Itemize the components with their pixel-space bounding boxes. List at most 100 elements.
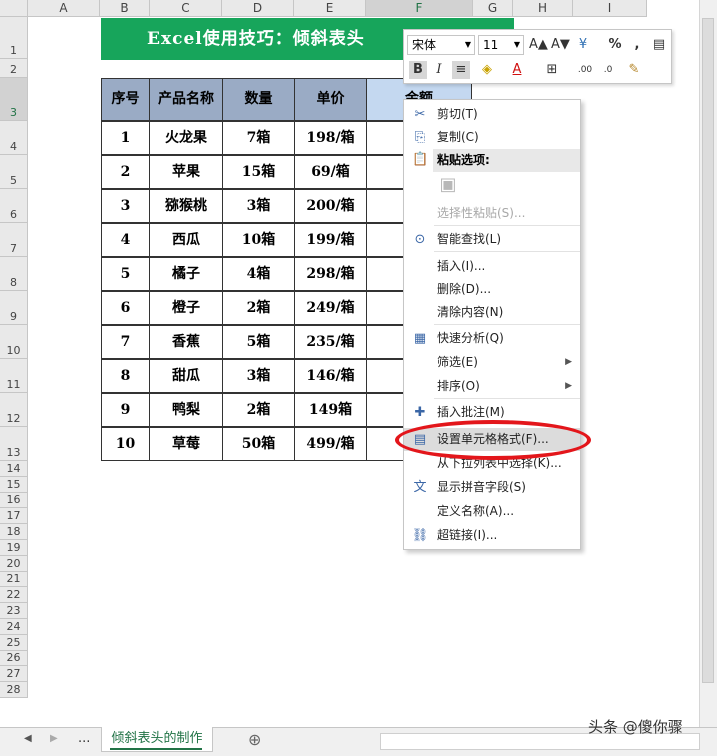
menu-item-5[interactable]: ⊙ 智能查找(L) bbox=[404, 228, 580, 251]
table-cell[interactable]: 猕猴桃 bbox=[149, 189, 223, 223]
row-header-23[interactable]: 23 bbox=[0, 603, 28, 619]
table-cell[interactable]: 4 bbox=[101, 223, 150, 257]
row-header-19[interactable]: 19 bbox=[0, 540, 28, 556]
table-cell[interactable]: 苹果 bbox=[149, 155, 223, 189]
table-cell[interactable]: 2 bbox=[101, 155, 150, 189]
table-cell[interactable]: 3箱 bbox=[222, 189, 295, 223]
column-header-h[interactable]: H bbox=[513, 0, 573, 17]
font-color-button[interactable]: A bbox=[508, 61, 526, 79]
table-cell[interactable]: 9 bbox=[101, 393, 150, 427]
table-cell[interactable]: 10箱 bbox=[222, 223, 295, 257]
row-header-10[interactable]: 10 bbox=[0, 325, 28, 359]
table-cell[interactable]: 149箱 bbox=[294, 393, 367, 427]
menu-item-6[interactable]: 插入(I)... bbox=[404, 255, 580, 278]
row-header-12[interactable]: 12 bbox=[0, 393, 28, 427]
row-header-8[interactable]: 8 bbox=[0, 257, 28, 291]
table-cell[interactable]: 草莓 bbox=[149, 427, 223, 461]
table-cell[interactable]: 5箱 bbox=[222, 325, 295, 359]
table-cell[interactable]: 3 bbox=[101, 189, 150, 223]
bold-button[interactable]: B bbox=[409, 61, 427, 79]
row-header-5[interactable]: 5 bbox=[0, 155, 28, 189]
menu-item-17[interactable]: ⛓ 超链接(I)... bbox=[404, 524, 580, 547]
table-cell[interactable]: 5 bbox=[101, 257, 150, 291]
paste-clipboard-icon[interactable]: ▣ bbox=[437, 174, 459, 198]
table-cell[interactable]: 3箱 bbox=[222, 359, 295, 393]
row-header-18[interactable]: 18 bbox=[0, 524, 28, 540]
row-header-13[interactable]: 13 bbox=[0, 427, 28, 461]
add-sheet-button[interactable]: ⊕ bbox=[248, 730, 261, 749]
table-cell[interactable]: 橙子 bbox=[149, 291, 223, 325]
comma-style-button[interactable]: , bbox=[628, 36, 646, 54]
column-header-d[interactable]: D bbox=[222, 0, 294, 17]
format-table-icon[interactable]: ▤ bbox=[650, 36, 668, 54]
row-header-9[interactable]: 9 bbox=[0, 291, 28, 325]
menu-item-9[interactable]: ▦ 快速分析(Q) bbox=[404, 327, 580, 350]
menu-item-0[interactable]: ✂ 剪切(T) bbox=[404, 103, 580, 126]
increase-font-button[interactable]: A▲ bbox=[529, 36, 548, 54]
table-cell[interactable]: 8 bbox=[101, 359, 150, 393]
row-header-27[interactable]: 27 bbox=[0, 666, 28, 683]
decrease-font-button[interactable]: A▼ bbox=[551, 36, 570, 54]
table-header-cell[interactable]: 产品名称 bbox=[149, 78, 223, 121]
fill-color-icon[interactable]: ◈ bbox=[478, 61, 496, 79]
more-sheets-button[interactable]: ... bbox=[78, 731, 90, 746]
decrease-decimal-icon[interactable]: .0 bbox=[599, 61, 617, 79]
row-header-15[interactable]: 15 bbox=[0, 476, 28, 493]
format-painter-icon[interactable]: ✎ bbox=[625, 61, 643, 79]
table-cell[interactable]: 146/箱 bbox=[294, 359, 367, 393]
table-cell[interactable]: 香蕉 bbox=[149, 325, 223, 359]
column-header-a[interactable]: A bbox=[28, 0, 100, 17]
table-header-cell[interactable]: 数量 bbox=[222, 78, 295, 121]
table-cell[interactable]: 甜瓜 bbox=[149, 359, 223, 393]
column-header-b[interactable]: B bbox=[100, 0, 150, 17]
menu-item-10[interactable]: 筛选(E) ▶ bbox=[404, 351, 580, 374]
table-cell[interactable]: 4箱 bbox=[222, 257, 295, 291]
row-header-17[interactable]: 17 bbox=[0, 508, 28, 525]
row-header-25[interactable]: 25 bbox=[0, 634, 28, 651]
table-cell[interactable]: 1 bbox=[101, 121, 150, 155]
table-cell[interactable]: 2箱 bbox=[222, 291, 295, 325]
menu-item-16[interactable]: 定义名称(A)... bbox=[404, 500, 580, 523]
menu-item-7[interactable]: 删除(D)... bbox=[404, 278, 580, 301]
select-all-corner[interactable] bbox=[0, 0, 28, 17]
menu-item-11[interactable]: 排序(O) ▶ bbox=[404, 375, 580, 398]
italic-button[interactable]: I bbox=[430, 61, 448, 79]
table-cell[interactable]: 2箱 bbox=[222, 393, 295, 427]
borders-icon[interactable]: ⊞ bbox=[543, 61, 561, 79]
table-cell[interactable]: 6 bbox=[101, 291, 150, 325]
table-cell[interactable]: 499/箱 bbox=[294, 427, 367, 461]
table-cell[interactable]: 鸭梨 bbox=[149, 393, 223, 427]
percent-style-button[interactable]: % bbox=[606, 36, 624, 54]
column-header-f[interactable]: F bbox=[366, 0, 473, 17]
table-header-cell[interactable]: 序号 bbox=[101, 78, 150, 121]
row-header-3[interactable]: 3 bbox=[0, 78, 28, 121]
row-header-7[interactable]: 7 bbox=[0, 223, 28, 257]
menu-item-15[interactable]: 文显示拼音字段(S) bbox=[404, 476, 580, 499]
table-cell[interactable]: 7箱 bbox=[222, 121, 295, 155]
scroll-right-icon[interactable]: ▶ bbox=[50, 733, 58, 744]
column-header-c[interactable]: C bbox=[150, 0, 222, 17]
table-cell[interactable]: 249/箱 bbox=[294, 291, 367, 325]
scroll-left-icon[interactable]: ◀ bbox=[24, 733, 32, 744]
row-header-2[interactable]: 2 bbox=[0, 59, 28, 78]
row-header-24[interactable]: 24 bbox=[0, 619, 28, 635]
table-cell[interactable]: 198/箱 bbox=[294, 121, 367, 155]
table-cell[interactable]: 69/箱 bbox=[294, 155, 367, 189]
table-cell[interactable]: 199/箱 bbox=[294, 223, 367, 257]
table-cell[interactable]: 235/箱 bbox=[294, 325, 367, 359]
table-cell[interactable]: 200/箱 bbox=[294, 189, 367, 223]
row-header-22[interactable]: 22 bbox=[0, 587, 28, 604]
row-header-6[interactable]: 6 bbox=[0, 189, 28, 223]
menu-item-1[interactable]: ⎘ 复制(C) bbox=[404, 126, 580, 149]
row-header-14[interactable]: 14 bbox=[0, 461, 28, 477]
row-header-11[interactable]: 11 bbox=[0, 359, 28, 393]
center-align-button[interactable]: ≡ bbox=[452, 61, 470, 79]
table-cell[interactable]: 火龙果 bbox=[149, 121, 223, 155]
vertical-scroll-thumb[interactable] bbox=[702, 18, 714, 683]
table-cell[interactable]: 西瓜 bbox=[149, 223, 223, 257]
font-name-select[interactable]: 宋体 ▼ bbox=[407, 35, 475, 55]
table-cell[interactable]: 298/箱 bbox=[294, 257, 367, 291]
font-size-select[interactable]: 11 ▼ bbox=[478, 35, 524, 55]
table-cell[interactable]: 7 bbox=[101, 325, 150, 359]
row-header-4[interactable]: 4 bbox=[0, 121, 28, 155]
